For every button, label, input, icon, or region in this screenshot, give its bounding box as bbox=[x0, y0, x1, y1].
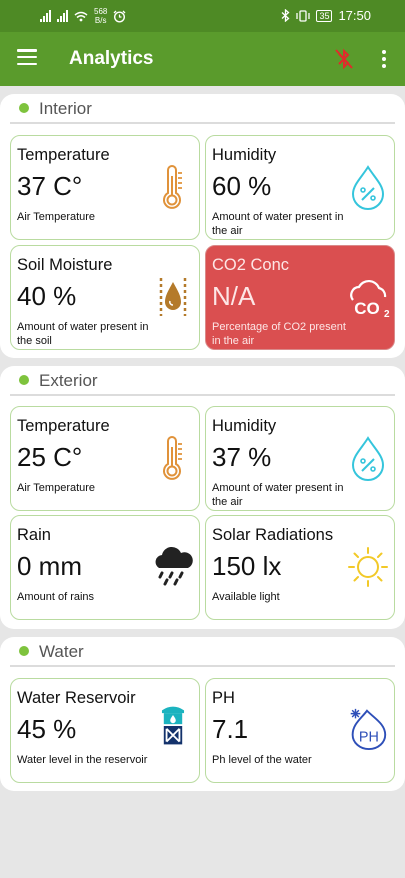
card-description: Air Temperature bbox=[17, 211, 96, 223]
card-description: Available light bbox=[212, 591, 280, 603]
card-title: Soil Moisture bbox=[17, 256, 113, 274]
more-vert-icon[interactable] bbox=[378, 50, 390, 68]
card-soil-moisture[interactable]: Soil Moisture 40 % Amount of water prese… bbox=[10, 245, 200, 350]
card-value: 40 % bbox=[17, 281, 77, 311]
sun-icon bbox=[348, 547, 388, 587]
battery-level: 35 bbox=[319, 10, 330, 21]
card-title: CO2 Conc bbox=[212, 256, 290, 274]
signal-icon bbox=[40, 10, 51, 22]
net-speed-unit: B/s bbox=[94, 16, 107, 25]
section-water: Water Water Reservoir 45 % Water level i… bbox=[0, 637, 405, 791]
bluetooth-disabled-icon[interactable] bbox=[333, 47, 355, 71]
svg-text:CO: CO bbox=[354, 299, 380, 318]
card-description: Ph level of the water bbox=[212, 754, 312, 766]
wifi-icon bbox=[74, 11, 88, 21]
section-header: Exterior bbox=[10, 366, 395, 396]
status-bar: 568 B/s 35 17:50 bbox=[0, 0, 405, 32]
status-time: 17:50 bbox=[338, 8, 371, 23]
card-co2-conc[interactable]: CO2 Conc N/A Percentage of CO2 present i… bbox=[205, 245, 395, 350]
section-dot bbox=[19, 103, 29, 113]
net-speed: 568 B/s bbox=[94, 7, 107, 25]
section-title: Interior bbox=[39, 99, 92, 118]
section-dot bbox=[19, 375, 29, 385]
water-tower-icon bbox=[161, 706, 185, 745]
card-solar-radiations[interactable]: Solar Radiations 150 lx Available light bbox=[205, 515, 395, 620]
bluetooth-icon bbox=[281, 9, 290, 22]
card-interior-humidity[interactable]: Humidity 60 % Amount of water present in… bbox=[205, 135, 395, 240]
app-bar: Analytics bbox=[0, 32, 405, 86]
card-value: 25 C° bbox=[17, 442, 83, 472]
vibrate-icon bbox=[296, 9, 311, 22]
card-title: Humidity bbox=[212, 417, 277, 435]
section-header: Water bbox=[10, 637, 395, 667]
svg-text:2: 2 bbox=[384, 309, 390, 320]
svg-text:PH: PH bbox=[359, 729, 379, 745]
section-dot bbox=[19, 646, 29, 656]
card-value: 150 lx bbox=[212, 551, 282, 581]
card-ph[interactable]: PH 7.1 Ph level of the water PH bbox=[205, 678, 395, 783]
card-description: Water level in the reservoir bbox=[17, 754, 148, 766]
signal-icon-2 bbox=[57, 10, 68, 22]
card-title: Temperature bbox=[17, 417, 110, 435]
card-value: 60 % bbox=[212, 171, 272, 201]
soil-moisture-icon bbox=[159, 278, 187, 316]
card-value: N/A bbox=[212, 281, 256, 311]
card-description: Amount of water present in the air bbox=[212, 482, 344, 508]
water-drop-percent-icon bbox=[351, 165, 385, 210]
net-speed-value: 568 bbox=[94, 7, 108, 16]
card-title: Humidity bbox=[212, 146, 277, 164]
card-rain[interactable]: Rain 0 mm Amount of rains bbox=[10, 515, 200, 620]
rain-cloud-icon bbox=[155, 546, 193, 586]
card-exterior-temperature[interactable]: Temperature 25 C° Air Temperature bbox=[10, 406, 200, 511]
section-header: Interior bbox=[10, 94, 395, 124]
card-value: 37 C° bbox=[17, 171, 83, 201]
card-value: 7.1 bbox=[212, 714, 249, 744]
card-title: PH bbox=[212, 689, 235, 707]
co2-cloud-icon: CO 2 bbox=[350, 279, 390, 320]
card-water-reservoir[interactable]: Water Reservoir 45 % Water level in the … bbox=[10, 678, 200, 783]
card-title: Rain bbox=[17, 526, 51, 544]
card-exterior-humidity[interactable]: Humidity 37 % Amount of water present in… bbox=[205, 406, 395, 511]
ph-drop-icon: PH bbox=[350, 708, 387, 751]
alarm-clock-icon bbox=[113, 10, 126, 23]
card-title: Water Reservoir bbox=[17, 689, 136, 707]
card-description: Amount of water present in the air bbox=[212, 211, 344, 237]
menu-icon[interactable] bbox=[17, 49, 37, 65]
water-drop-percent-icon bbox=[351, 436, 385, 481]
card-description: Amount of rains bbox=[17, 591, 95, 603]
section-interior: Interior Temperature 37 C° Air Temperatu… bbox=[0, 94, 405, 358]
thermometer-icon bbox=[163, 436, 182, 480]
thermometer-icon bbox=[163, 165, 182, 209]
card-title: Solar Radiations bbox=[212, 526, 334, 544]
card-value: 0 mm bbox=[17, 551, 82, 581]
section-title: Exterior bbox=[39, 371, 98, 390]
battery-icon: 35 bbox=[316, 9, 333, 22]
card-title: Temperature bbox=[17, 146, 110, 164]
card-description: Air Temperature bbox=[17, 482, 96, 494]
card-value: 37 % bbox=[212, 442, 272, 472]
card-description: Percentage of CO2 present in the air bbox=[212, 321, 346, 347]
card-value: 45 % bbox=[17, 714, 77, 744]
page-title: Analytics bbox=[69, 48, 154, 69]
section-title: Water bbox=[39, 642, 84, 661]
section-exterior: Exterior Temperature 25 C° Air Temperatu… bbox=[0, 366, 405, 629]
card-description: Amount of water present in the soil bbox=[17, 321, 149, 347]
card-interior-temperature[interactable]: Temperature 37 C° Air Temperature bbox=[10, 135, 200, 240]
